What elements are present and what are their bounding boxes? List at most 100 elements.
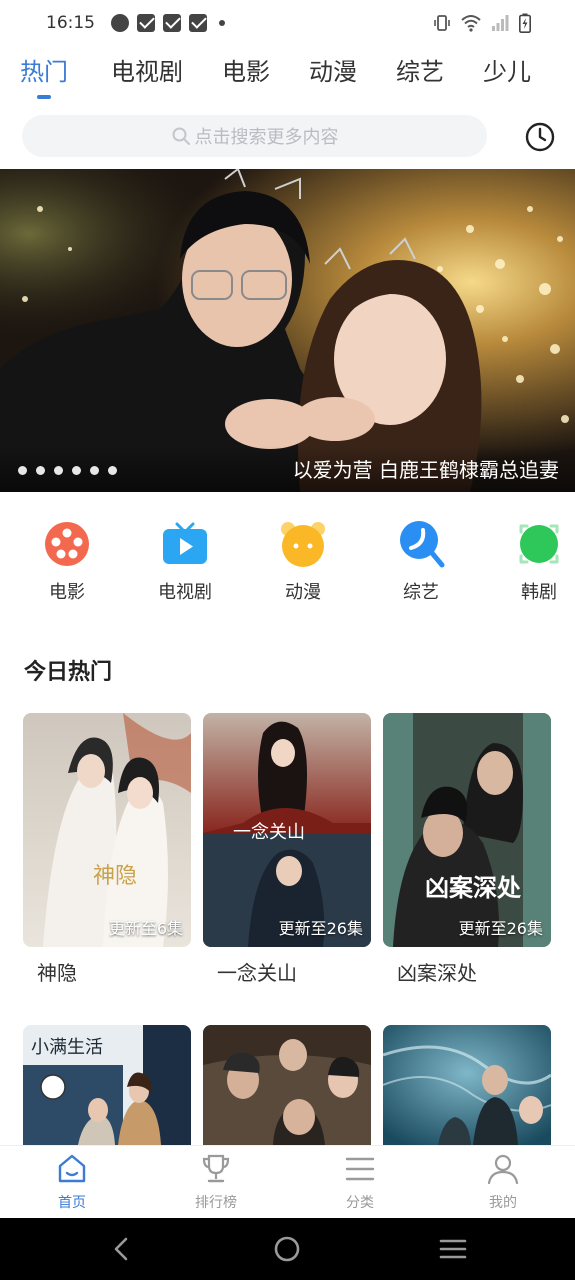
poster-title-text: 小满生活 — [31, 1037, 103, 1058]
card-poster: 一念关山 更新至26集 — [203, 713, 371, 947]
category-label: 韩剧 — [521, 582, 557, 603]
carousel-dot — [72, 466, 81, 475]
mail-notification-icon — [163, 14, 181, 32]
nav-label: 我的 — [489, 1195, 517, 1211]
tab-label: 热门 — [20, 58, 68, 86]
card-title: 一念关山 — [217, 961, 297, 985]
carousel-dot — [18, 466, 27, 475]
tab-label: 动漫 — [309, 58, 357, 86]
tab-label: 少儿 — [483, 58, 531, 86]
tv-icon — [163, 522, 207, 564]
tab-movies[interactable]: 电影 — [222, 52, 270, 87]
status-bar: 16:15 — [0, 0, 575, 46]
history-clock-icon[interactable] — [524, 121, 556, 153]
tab-hot[interactable]: 热门 — [20, 52, 68, 99]
category-shortcuts: 电影 电视剧 动漫 综艺 韩剧 — [0, 520, 575, 610]
list-icon — [345, 1157, 375, 1181]
mail-notification-icon — [189, 14, 207, 32]
carousel-dot — [90, 466, 99, 475]
film-reel-icon — [45, 522, 89, 566]
microphone-icon — [400, 521, 445, 568]
banner-caption: 以爱为营 白鹿王鹤棣霸总追妻 — [292, 458, 559, 482]
active-tab-indicator — [37, 95, 51, 99]
episode-badge: 更新至26集 — [278, 919, 363, 938]
nav-label: 分类 — [346, 1195, 374, 1211]
recent-apps-icon[interactable] — [438, 1234, 468, 1264]
user-icon — [487, 1154, 519, 1185]
trophy-icon — [202, 1154, 230, 1183]
card-title: 神隐 — [37, 961, 77, 985]
search-placeholder: 点击搜索更多内容 — [194, 127, 339, 148]
nav-label: 排行榜 — [195, 1195, 237, 1211]
tab-label: 电视剧 — [111, 58, 183, 86]
drama-card[interactable]: 凶案深处 更新至26集 凶案深处 — [383, 713, 551, 986]
poster-image — [383, 1025, 551, 1145]
drama-card-partial[interactable] — [383, 1025, 551, 1145]
status-right — [433, 13, 531, 33]
nav-home[interactable]: 首页 — [22, 1152, 122, 1212]
status-left: 16:15 — [46, 13, 225, 33]
drama-card-partial[interactable]: 小满生活 — [23, 1025, 191, 1145]
tab-variety[interactable]: 综艺 — [396, 52, 444, 87]
poster-brush-text: 一念关山 — [233, 821, 305, 843]
drama-card[interactable]: 一念关山 更新至26集 一念关山 — [203, 713, 371, 986]
data-saver-icon — [111, 14, 129, 32]
nav-label: 首页 — [58, 1195, 86, 1211]
category-anime[interactable]: 动漫 — [258, 520, 348, 604]
category-label: 综艺 — [403, 582, 439, 603]
mail-notification-icon — [137, 14, 155, 32]
home-circle-icon[interactable] — [272, 1234, 302, 1264]
cartoon-face-icon — [281, 522, 325, 567]
carousel-dot — [108, 466, 117, 475]
carousel-dot — [36, 466, 45, 475]
card-poster: 神隐 更新至6集 — [23, 713, 191, 947]
poster-image — [203, 1025, 371, 1145]
banner-carousel[interactable]: 以爱为营 白鹿王鹤棣霸总追妻 — [0, 169, 575, 492]
tab-kids[interactable]: 少儿 — [483, 52, 531, 87]
card-title: 凶案深处 — [397, 961, 477, 985]
category-variety[interactable]: 综艺 — [376, 520, 466, 604]
korean-drama-icon — [519, 524, 559, 564]
drama-card-partial[interactable] — [203, 1025, 371, 1145]
episode-badge: 更新至6集 — [108, 919, 183, 938]
tab-anime[interactable]: 动漫 — [309, 52, 357, 87]
status-time: 16:15 — [46, 13, 95, 33]
tab-label: 综艺 — [396, 58, 444, 86]
poster-image: 神隐 — [23, 713, 191, 947]
nav-ranking[interactable]: 排行榜 — [166, 1152, 266, 1212]
cell-signal-icon — [492, 15, 509, 31]
poster-image: 凶案深处 — [383, 713, 551, 947]
category-movie[interactable]: 电影 — [22, 520, 112, 604]
category-korean-drama[interactable]: 韩剧 — [494, 520, 575, 604]
carousel-dot — [54, 466, 63, 475]
battery-icon — [519, 13, 531, 33]
tab-tv-series[interactable]: 电视剧 — [111, 52, 183, 87]
carousel-indicator — [18, 466, 117, 475]
search-input[interactable]: 点击搜索更多内容 — [22, 115, 487, 157]
category-label: 电影 — [49, 582, 85, 603]
nav-category[interactable]: 分类 — [310, 1152, 410, 1212]
poster-image: 一念关山 — [203, 713, 371, 947]
vibrate-icon — [434, 15, 450, 31]
section-title: 今日热门 — [24, 660, 113, 685]
more-notifications-icon — [219, 20, 225, 26]
drama-card[interactable]: 神隐 更新至6集 神隐 — [23, 713, 191, 986]
system-navigation-bar — [0, 1218, 575, 1280]
search-icon — [172, 127, 190, 145]
category-label: 电视剧 — [158, 582, 212, 603]
bottom-navigation: 首页 排行榜 分类 我的 — [0, 1145, 575, 1218]
tab-label: 电影 — [222, 58, 270, 86]
back-icon[interactable] — [106, 1234, 136, 1264]
top-tabs: 热门 电视剧 电影 动漫 综艺 少儿 — [0, 52, 575, 108]
card-poster: 凶案深处 更新至26集 — [383, 713, 551, 947]
banner-image — [0, 169, 575, 492]
wifi-icon — [461, 15, 481, 32]
poster-brush-text: 神隐 — [93, 864, 137, 889]
home-icon — [58, 1154, 86, 1183]
poster-image: 小满生活 — [23, 1025, 191, 1145]
category-tv-series[interactable]: 电视剧 — [140, 520, 230, 604]
nav-profile[interactable]: 我的 — [453, 1152, 553, 1212]
episode-badge: 更新至26集 — [458, 919, 543, 938]
poster-brush-text: 凶案深处 — [425, 873, 521, 902]
category-label: 动漫 — [285, 582, 321, 603]
